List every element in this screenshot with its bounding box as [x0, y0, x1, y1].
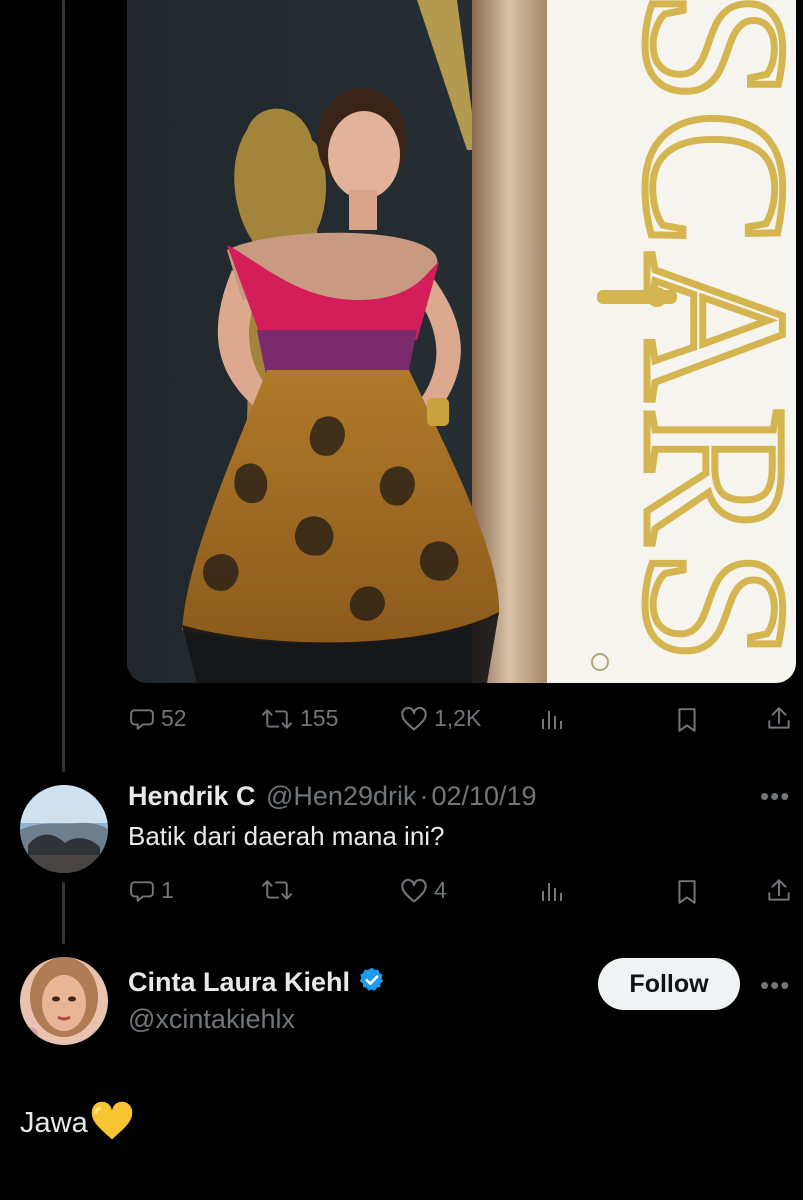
author-reply-body: Jawa	[20, 1100, 134, 1147]
like-count: 1,2K	[434, 705, 482, 731]
reply-author-name[interactable]: Hendrik C	[128, 781, 256, 811]
follow-button[interactable]: Follow	[598, 958, 740, 1010]
author-handle[interactable]: @xcintakiehlx	[128, 1004, 295, 1035]
heart-icon	[400, 706, 428, 732]
comment-icon	[129, 878, 155, 904]
reply-more-icon[interactable]: •••	[760, 781, 790, 812]
tweet-reply-action[interactable]: 52	[129, 705, 187, 732]
tweet-bookmark-action[interactable]	[676, 707, 698, 733]
bookmark-icon	[676, 707, 698, 733]
avatar-cinta[interactable]	[20, 957, 108, 1045]
reply-retweet-action[interactable]	[260, 877, 294, 903]
thread-line-middle	[62, 882, 65, 944]
reply-like-count: 4	[434, 877, 447, 903]
views-icon	[540, 707, 564, 731]
tweet-views-action[interactable]	[540, 707, 564, 731]
author-header: Cinta Laura Kiehl	[128, 966, 386, 999]
retweet-icon	[260, 706, 294, 732]
reply-bookmark-action[interactable]	[676, 879, 698, 905]
reply-header: Hendrik C @Hen29drik · 02/10/19	[128, 781, 537, 812]
author-more-icon[interactable]: •••	[760, 970, 790, 1001]
reply-count: 52	[161, 705, 187, 731]
tweet-like-action[interactable]: 1,2K	[400, 705, 481, 732]
reply-share-action[interactable]	[766, 877, 792, 905]
svg-text:SCARS: SCARS	[602, 0, 796, 670]
reply-reply-action[interactable]: 1	[129, 877, 174, 904]
share-icon	[766, 705, 792, 733]
thread-line-top	[62, 0, 65, 772]
reply-reply-count: 1	[161, 877, 174, 903]
reply-author-handle[interactable]: @Hen29drik	[266, 781, 416, 811]
tweet-share-action[interactable]	[766, 705, 792, 733]
views-icon	[540, 879, 564, 903]
reply-like-action[interactable]: 4	[400, 877, 447, 904]
bookmark-icon	[676, 879, 698, 905]
retweet-icon	[260, 877, 294, 903]
reply-views-action[interactable]	[540, 879, 564, 903]
comment-icon	[129, 706, 155, 732]
author-reply-text: Jawa	[20, 1107, 88, 1139]
verified-badge-icon	[358, 966, 386, 999]
tweet-retweet-action[interactable]: 155	[260, 705, 338, 732]
photo-oscars-red-carpet: SCARS	[127, 0, 796, 683]
yellow-heart-icon	[90, 1100, 134, 1147]
reply-text: Batik dari daerah mana ini?	[128, 821, 445, 851]
tweet-photo[interactable]: SCARS	[127, 0, 796, 683]
retweet-count: 155	[300, 705, 339, 731]
reply-date[interactable]: 02/10/19	[431, 781, 536, 811]
share-icon	[766, 877, 792, 905]
author-name[interactable]: Cinta Laura Kiehl	[128, 967, 350, 998]
reply-separator: ·	[419, 781, 429, 811]
avatar-hendrik[interactable]	[20, 785, 108, 873]
heart-icon	[400, 878, 428, 904]
